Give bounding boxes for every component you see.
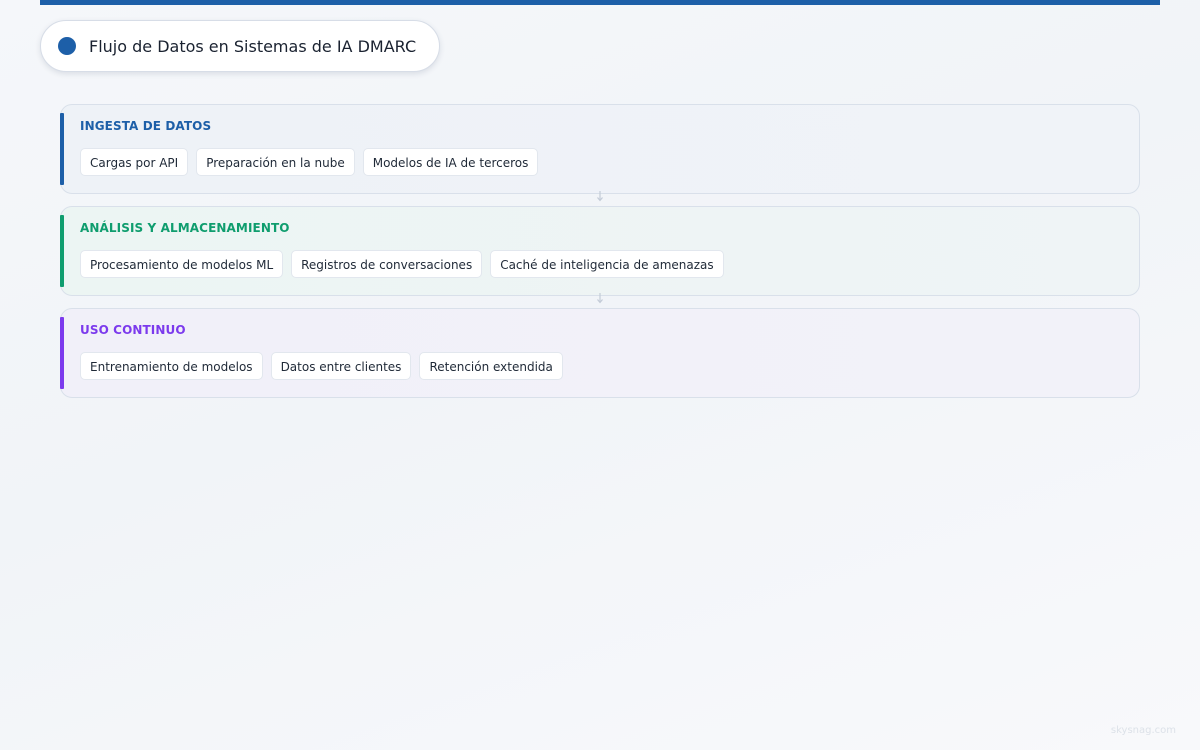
top-accent-bar [40,0,1160,5]
stage-item: Modelos de IA de terceros [362,148,539,176]
diagram-title-card: Flujo de Datos en Sistemas de IA DMARC [40,20,440,72]
watermark: skysnag.com [1110,725,1176,736]
stage-items: Procesamiento de modelos ML Registros de… [80,250,1139,278]
data-flow-stages: INGESTA DE DATOS Cargas por API Preparac… [60,104,1140,398]
stage-item: Cargas por API [80,148,189,176]
stage-items: Entrenamiento de modelos Datos entre cli… [80,352,1139,380]
flow-connector [60,293,1140,308]
stage-title: ANÁLISIS Y ALMACENAMIENTO [80,221,290,235]
stage-title: INGESTA DE DATOS [80,119,212,133]
arrow-down-icon [597,191,603,202]
stage-title: USO CONTINUO [80,323,186,337]
stage-item: Retención extendida [419,352,563,380]
stage-item: Caché de inteligencia de amenazas [490,250,724,278]
stage-item: Procesamiento de modelos ML [80,250,284,278]
stage-ingesta: INGESTA DE DATOS Cargas por API Preparac… [60,104,1140,194]
title-dot-icon [58,37,76,55]
stage-uso-continuo: USO CONTINUO Entrenamiento de modelos Da… [60,308,1140,398]
flow-connector [60,191,1140,206]
stage-item: Datos entre clientes [270,352,412,380]
stage-analisis: ANÁLISIS Y ALMACENAMIENTO Procesamiento … [60,206,1140,296]
stage-item: Preparación en la nube [196,148,355,176]
page-title: Flujo de Datos en Sistemas de IA DMARC [89,36,417,56]
stage-items: Cargas por API Preparación en la nube Mo… [80,148,1139,176]
stage-item: Registros de conversaciones [291,250,483,278]
stage-item: Entrenamiento de modelos [80,352,263,380]
arrow-down-icon [597,293,603,304]
